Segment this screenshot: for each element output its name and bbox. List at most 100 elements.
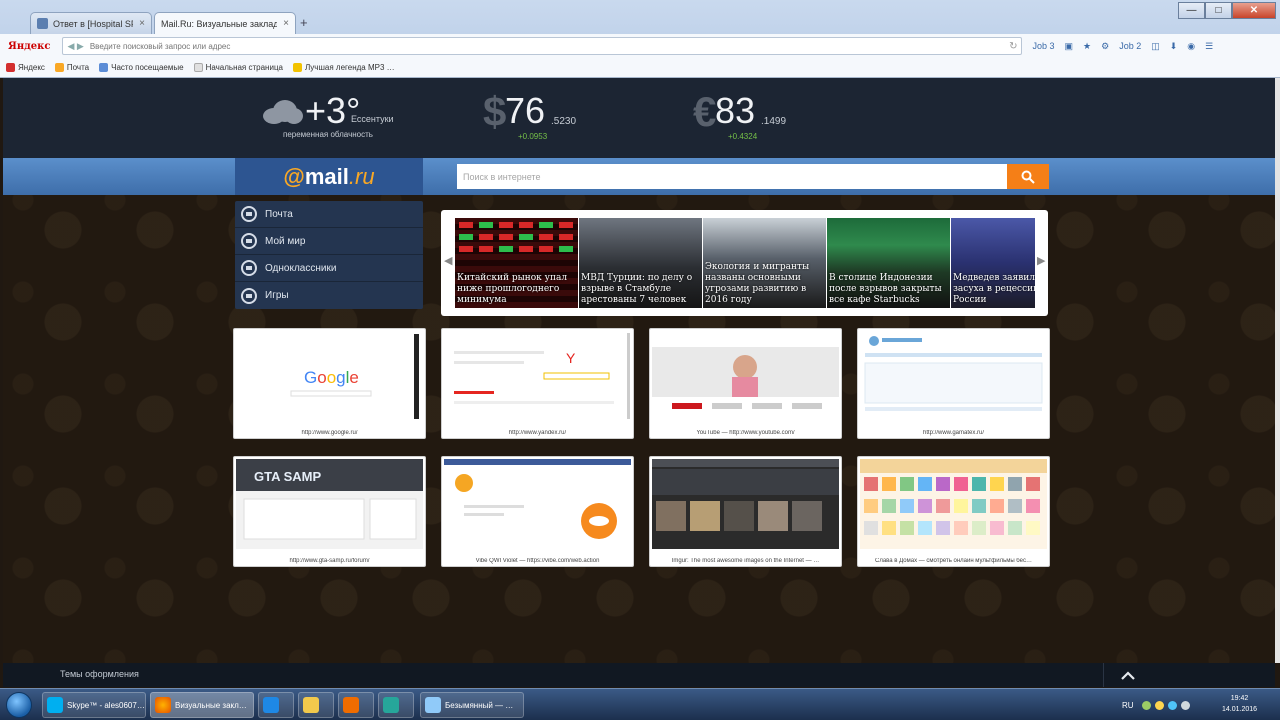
usd-change: +0.0953 — [518, 132, 548, 141]
address-input[interactable] — [89, 41, 1010, 51]
chevron-up-icon — [1120, 670, 1135, 680]
taskbar-clock[interactable]: 19:42 14.01.2016 — [1222, 693, 1257, 715]
sync-icon[interactable]: ◉ — [1187, 41, 1195, 52]
network-icon[interactable] — [1167, 700, 1177, 710]
tray-app-icon[interactable] — [1154, 700, 1164, 710]
address-bar[interactable]: ◀ ▶ ↻ — [62, 37, 1023, 55]
weather-description: переменная облачность — [283, 130, 373, 139]
menu-item-myworld[interactable]: Мой мир — [235, 228, 423, 255]
search-input[interactable] — [457, 164, 1007, 189]
page-icon — [193, 63, 203, 72]
close-window-button[interactable]: ✕ — [1232, 2, 1276, 19]
ie-icon — [263, 697, 279, 713]
task-label: Skype™ - ales0607… — [67, 700, 145, 710]
scroll-up-button[interactable] — [1103, 663, 1151, 687]
tile-youtube[interactable]: YouTube — http://www.youtube.com/ — [649, 328, 842, 439]
job-counter-2[interactable]: Job 2 — [1119, 41, 1141, 51]
taskbar-app[interactable] — [378, 692, 414, 718]
menu-item-games[interactable]: Игры — [235, 282, 423, 309]
news-item[interactable]: Экология и мигранты названы основными уг… — [703, 218, 826, 308]
svg-text:Google: Google — [304, 368, 359, 387]
pocket-icon[interactable]: ◫ — [1151, 41, 1160, 52]
news-item[interactable]: Китайский рынок упал ниже прошлогоднего … — [455, 218, 578, 308]
minimize-button[interactable]: — — [1178, 2, 1205, 19]
new-tab-button[interactable]: + — [300, 15, 308, 30]
bookmark-yandex[interactable]: Яндекс — [6, 63, 45, 72]
taskbar-paint[interactable]: Безымянный — … — [420, 692, 524, 718]
download-icon[interactable]: ⬇ — [1170, 41, 1178, 52]
media-player-icon — [343, 697, 359, 713]
tile-label: Imgur: The most awesome images on the In… — [671, 558, 820, 564]
taskbar-firefox[interactable]: Визуальные закл… — [150, 692, 254, 718]
search-engine-label[interactable]: Яндекс — [8, 41, 50, 52]
bookmarks-bar: Яндекс Почта Часто посещаемые Начальная … — [0, 58, 1280, 78]
menu-item-mail[interactable]: Почта — [235, 201, 423, 228]
imgur-page-icon — [652, 459, 839, 531]
job-counter-1[interactable]: Job 3 — [1032, 41, 1054, 51]
settings-icon[interactable]: ⚙ — [1101, 41, 1109, 52]
tile-label: http://www.gta-samp.ru/forum/ — [289, 558, 370, 564]
menu-item-label: Мой мир — [265, 235, 306, 247]
tile-vibe[interactable]: Vibe QWI Violet — https://vibe.com/web.a… — [441, 456, 634, 567]
language-indicator[interactable]: RU — [1122, 701, 1134, 710]
maximize-button[interactable]: □ — [1205, 2, 1232, 19]
usd-rate[interactable]: $ 76 .5230 +0.0953 — [483, 88, 603, 150]
bookmark-most-visited[interactable]: Часто посещаемые — [99, 63, 184, 72]
tile-yandex[interactable]: Y http://www.yandex.ru/ — [441, 328, 634, 439]
browser-chrome: Ответ в [Hospital SF] Отча… × Mail.Ru: В… — [0, 0, 1280, 78]
taskbar-explorer[interactable] — [298, 692, 334, 718]
youtube-screenshot — [652, 331, 839, 421]
tab-close-icon[interactable]: × — [139, 18, 145, 29]
tab-mailru[interactable]: Mail.Ru: Визуальные закладки × — [154, 12, 296, 34]
page-scrollbar[interactable] — [1275, 78, 1280, 663]
back-arrow-icon[interactable]: ◀ ▶ — [67, 41, 83, 52]
taskbar-media[interactable] — [338, 692, 374, 718]
news-next-icon[interactable]: ▶ — [1037, 254, 1045, 267]
tile-imgur[interactable]: Imgur: The most awesome images on the In… — [649, 456, 842, 567]
volume-icon[interactable] — [1180, 700, 1190, 710]
bookmark-mail[interactable]: Почта — [54, 63, 89, 72]
tab-forum[interactable]: Ответ в [Hospital SF] Отча… × — [30, 12, 152, 34]
bookmark-label: Яндекс — [18, 63, 45, 72]
news-caption: МВД Турции: по делу о взрыве в Стамбуле … — [581, 273, 693, 305]
tile-google[interactable]: Google http://www.google.ru/ — [233, 328, 426, 439]
news-item[interactable]: МВД Турции: по делу о взрыве в Стамбуле … — [579, 218, 702, 308]
news-item[interactable]: В столице Индонезии после взрывов закрыт… — [827, 218, 950, 308]
tile-gta-samp[interactable]: GTA SAMP http://www.gta-samp.ru/forum/ — [233, 456, 426, 567]
logo-tld: .ru — [348, 163, 375, 189]
reload-icon[interactable]: ↻ — [1009, 41, 1017, 52]
firefox-icon — [155, 697, 171, 713]
tray-app-icon[interactable] — [1141, 700, 1151, 710]
mailru-logo[interactable]: @ mail .ru — [235, 158, 423, 195]
bookmark-start-page[interactable]: Начальная страница — [193, 63, 283, 72]
taskbar-ie[interactable] — [258, 692, 294, 718]
news-prev-icon[interactable]: ◀ — [444, 254, 452, 267]
news-item[interactable]: Медведев заявил о засуха в рецессии в Ро… — [951, 218, 1035, 308]
paint-icon — [425, 697, 441, 713]
start-button[interactable] — [6, 692, 32, 718]
tile-gamatex[interactable]: http://www.gamatex.ru/ — [857, 328, 1050, 439]
cartoons-page-icon — [860, 459, 1047, 535]
menu-icon[interactable]: ☰ — [1205, 41, 1213, 52]
bookmark-star-icon[interactable]: ★ — [1083, 41, 1091, 52]
clock-time: 19:42 — [1230, 695, 1249, 702]
vibe-screenshot — [444, 459, 631, 549]
tile-cartoons[interactable]: Слава в Домах — смотреть онлайн мультфил… — [857, 456, 1050, 567]
bookmark-mp3[interactable]: Лучшая легенда MP3 … — [292, 63, 395, 72]
tab-title: Mail.Ru: Визуальные закладки — [161, 18, 278, 29]
search-icon — [1021, 170, 1035, 184]
music-icon — [292, 63, 302, 72]
taskbar-skype[interactable]: Skype™ - ales0607… — [42, 692, 146, 718]
eur-rate[interactable]: € 83 .1499 +0.4324 — [693, 88, 813, 150]
tab-close-icon[interactable]: × — [283, 18, 289, 29]
weather-widget[interactable]: +3° Ессентуки переменная облачность — [263, 90, 413, 150]
folder-icon — [303, 697, 319, 713]
gamatex-screenshot — [860, 331, 1047, 421]
yandex-page-icon: Y — [454, 333, 630, 419]
themes-link[interactable]: Темы оформления — [60, 669, 139, 679]
euro-icon: € — [693, 88, 717, 135]
search-button[interactable] — [1007, 164, 1049, 189]
screenshot-icon[interactable]: ▣ — [1065, 41, 1074, 52]
menu-item-odnoklassniki[interactable]: Одноклассники — [235, 255, 423, 282]
skype-icon — [47, 697, 63, 713]
